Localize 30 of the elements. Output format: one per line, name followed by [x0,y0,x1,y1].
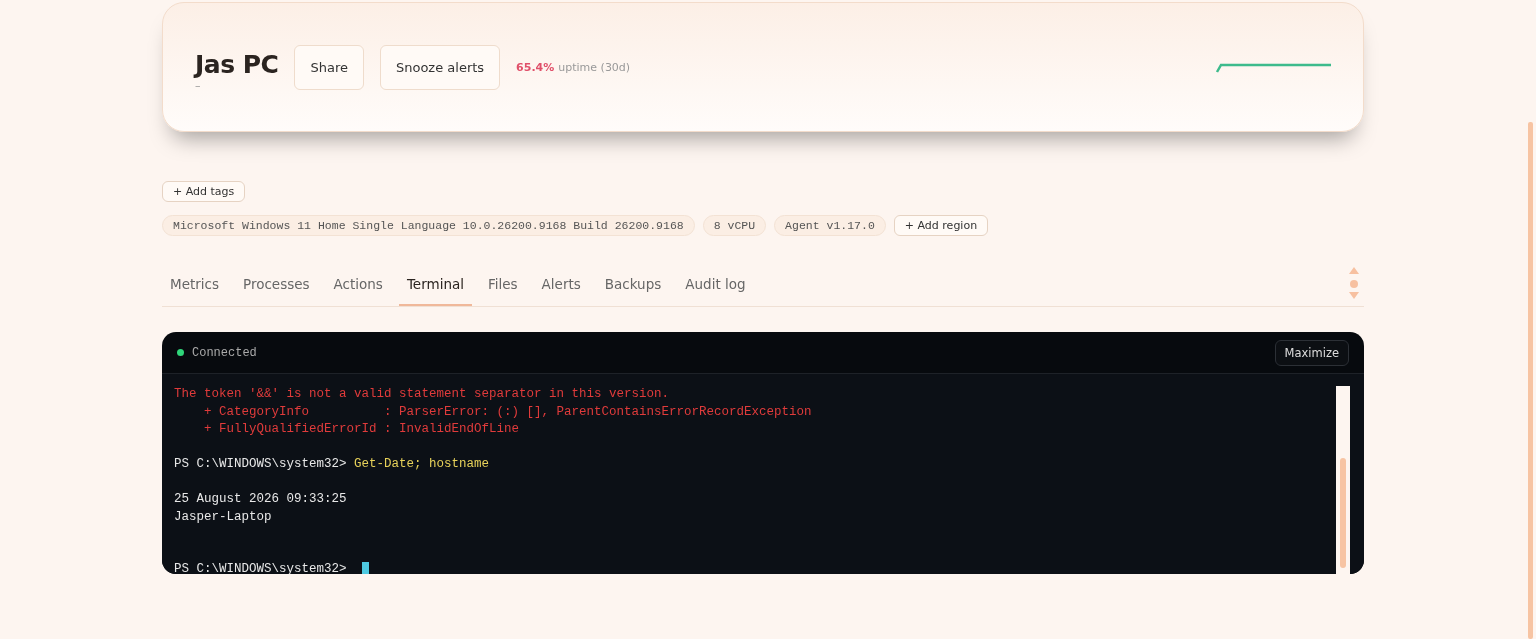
prompt-text: PS C:\WINDOWS\system32> [174,562,347,574]
uptime-label: uptime (30d) [558,60,631,74]
tab[interactable]: Metrics [162,276,227,306]
tab[interactable]: Audit log [677,276,754,306]
uptime-value: 65.4% [516,60,555,74]
error-line: + CategoryInfo : ParserError: (:) [], ParentContainsErrorRecordException [203,403,813,421]
tab[interactable]: Actions [325,276,391,306]
tab[interactable]: Files [479,276,526,306]
add-tags-button[interactable]: + Add tags [162,181,246,202]
error-line: The token '&&' is not a valid statement separator in this version. [174,386,671,403]
tab[interactable]: Processes [235,276,318,306]
terminal-scrollbar[interactable] [1336,386,1350,574]
output-line: 25 August 2026 09:33:25 [174,491,348,508]
output-line: Jasper-Laptop [174,508,273,526]
connection-status: Connected [192,345,257,360]
info-chip: 8 vCPU [702,215,767,236]
tab[interactable]: Terminal [398,276,472,306]
add-region-button[interactable]: + Add region [893,215,989,236]
device-subtitle: – [195,78,202,94]
command-text: Get-Date; hostname [354,457,490,471]
device-title: Jas PC [195,49,279,79]
tab[interactable]: Backups [596,276,670,306]
prompt-text: PS C:\WINDOWS\system32> [174,457,347,471]
info-chip: Agent v1.17.0 [774,215,886,236]
error-line: + FullyQualifiedErrorId : InvalidEndOfLine [203,421,521,438]
info-chip: Microsoft Windows 11 Home Single Language 10.0.26200.9168 Build 26200.9168 [162,215,695,236]
header-button[interactable]: Snooze alerts [379,44,501,90]
tab[interactable]: Alerts [533,276,589,306]
header-button[interactable]: Share [294,44,364,90]
maximize-button[interactable]: Maximize [1274,339,1349,366]
